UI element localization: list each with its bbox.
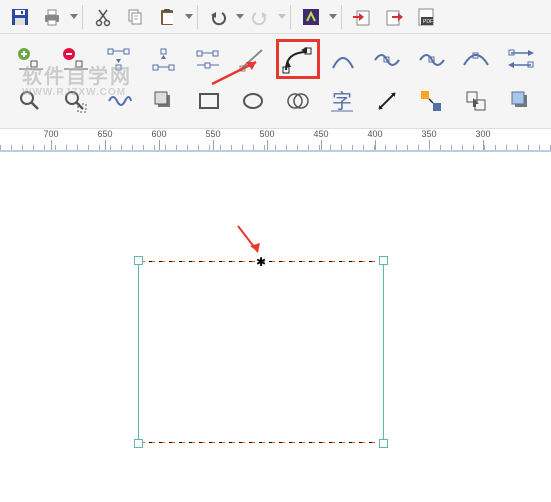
to-line-button[interactable] <box>231 39 273 79</box>
selected-rectangle[interactable]: ✱ <box>138 260 384 444</box>
export-button[interactable] <box>379 2 409 32</box>
save-button[interactable] <box>5 2 35 32</box>
ruler-label: 550 <box>205 129 220 139</box>
ruler-label: 350 <box>421 129 436 139</box>
shadow-button[interactable] <box>143 81 186 121</box>
app-dropdown[interactable] <box>329 14 337 19</box>
undo-button[interactable] <box>203 2 233 32</box>
dimension-button[interactable] <box>366 81 409 121</box>
zoom-button[interactable] <box>9 81 52 121</box>
reverse-direction-button[interactable] <box>500 39 542 79</box>
undo-dropdown[interactable] <box>236 14 244 19</box>
ruler-label: 400 <box>367 129 382 139</box>
freehand-button[interactable] <box>98 81 141 121</box>
smooth-node-button[interactable] <box>366 39 408 79</box>
effects-button[interactable] <box>499 81 542 121</box>
corner-handle-tl[interactable] <box>134 256 143 265</box>
app-launcher-button[interactable] <box>296 2 326 32</box>
rectangle-button[interactable] <box>187 81 230 121</box>
paste-button[interactable] <box>152 2 182 32</box>
ruler-label: 700 <box>43 129 58 139</box>
break-node-button[interactable] <box>142 39 184 79</box>
delete-node-button[interactable] <box>53 39 95 79</box>
arc-tool-button[interactable] <box>322 39 364 79</box>
svg-text:PDF: PDF <box>423 19 433 25</box>
publish-pdf-button[interactable]: PDF <box>411 2 441 32</box>
ellipse-button[interactable] <box>232 81 275 121</box>
cusp-node-button[interactable] <box>411 39 453 79</box>
text-button[interactable]: 字 <box>321 81 364 121</box>
connector-button[interactable] <box>410 81 453 121</box>
ruler-label: 300 <box>475 129 490 139</box>
symmetric-node-button[interactable] <box>455 39 497 79</box>
to-curve-button[interactable] <box>276 39 320 79</box>
redo-button[interactable] <box>245 2 275 32</box>
import-button[interactable] <box>347 2 377 32</box>
ruler-label: 650 <box>97 129 112 139</box>
corner-handle-tr[interactable] <box>379 256 388 265</box>
svg-text:字: 字 <box>332 90 352 113</box>
print-dropdown[interactable] <box>70 14 78 19</box>
copy-button[interactable] <box>120 2 150 32</box>
paste-dropdown[interactable] <box>185 14 193 19</box>
align-nodes-button[interactable] <box>187 39 229 79</box>
cut-button[interactable] <box>88 2 118 32</box>
shape-toolbar: 字 <box>0 34 551 129</box>
horizontal-ruler: 700 650 600 550 500 450 400 350 300 <box>0 129 551 151</box>
top-edge-node[interactable]: ✱ <box>256 256 266 268</box>
copy-properties-button[interactable] <box>455 81 498 121</box>
ruler-label: 500 <box>259 129 274 139</box>
zoom-selection-button[interactable] <box>54 81 97 121</box>
add-node-button[interactable] <box>9 39 51 79</box>
ruler-label: 450 <box>313 129 328 139</box>
redo-dropdown[interactable] <box>278 14 286 19</box>
join-nodes-button[interactable] <box>98 39 140 79</box>
ruler-label: 600 <box>151 129 166 139</box>
combine-button[interactable] <box>276 81 319 121</box>
main-toolbar: PDF <box>0 0 551 34</box>
corner-handle-br[interactable] <box>379 439 388 448</box>
print-button[interactable] <box>37 2 67 32</box>
corner-handle-bl[interactable] <box>134 439 143 448</box>
